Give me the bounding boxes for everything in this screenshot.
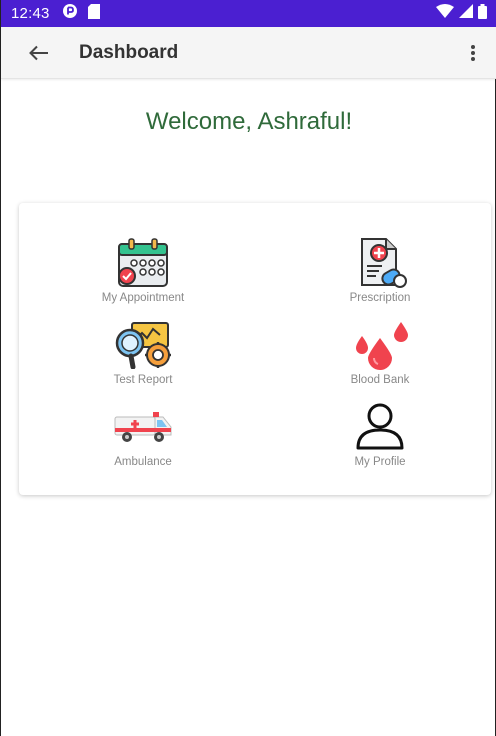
- arrow-back-icon: [29, 45, 48, 60]
- calendar-icon: [118, 238, 168, 287]
- tile-label: Ambulance: [114, 456, 172, 468]
- tile-prescription[interactable]: Prescription: [305, 235, 455, 315]
- app-screen: 12:43 Dashboard Welcome, Ashraful! My Ap…: [0, 0, 496, 736]
- tile-my-profile[interactable]: My Profile: [305, 399, 455, 479]
- status-bar: 12:43: [1, 0, 496, 27]
- status-time: 12:43: [11, 5, 50, 22]
- tile-my-appointment[interactable]: My Appointment: [68, 235, 218, 315]
- tile-label: My Appointment: [101, 292, 185, 304]
- welcome-message: Welcome, Ashraful!: [145, 108, 353, 135]
- tile-label: Test Report: [113, 374, 173, 386]
- back-button[interactable]: [13, 27, 65, 79]
- tile-label: Prescription: [349, 292, 411, 304]
- battery-icon: [478, 3, 487, 24]
- prescription-icon: [361, 238, 407, 288]
- notification-app-icon: [62, 3, 78, 24]
- app-bar: Dashboard: [1, 27, 496, 79]
- tile-blood-bank[interactable]: Blood Bank: [305, 317, 455, 397]
- sd-card-icon: [87, 3, 100, 24]
- blood-drops-icon: [356, 322, 408, 370]
- wifi-icon: [436, 4, 454, 23]
- ambulance-icon: [114, 412, 172, 442]
- tile-label: Blood Bank: [350, 374, 410, 386]
- dashboard-card: My Appointment Prescription Test Report …: [19, 203, 491, 495]
- tile-ambulance[interactable]: Ambulance: [68, 399, 218, 479]
- signal-icon: [459, 4, 473, 23]
- user-profile-icon: [356, 403, 404, 450]
- tile-test-report[interactable]: Test Report: [68, 317, 218, 397]
- more-vert-icon: [471, 44, 475, 61]
- overflow-menu-button[interactable]: [453, 27, 493, 79]
- page-title: Dashboard: [79, 41, 179, 63]
- tile-label: My Profile: [354, 456, 406, 468]
- test-report-icon: [115, 322, 171, 369]
